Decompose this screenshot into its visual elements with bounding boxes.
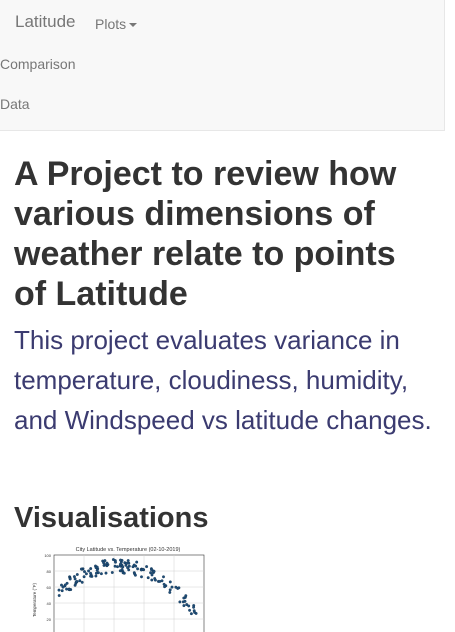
scatter-point	[99, 572, 103, 576]
nav-link-comparison[interactable]: Comparison	[0, 56, 75, 72]
scatter-point	[111, 558, 115, 562]
scatter-point	[127, 568, 131, 572]
scatter-point	[95, 568, 99, 572]
scatter-point	[118, 562, 122, 566]
scatter-point	[182, 596, 186, 600]
scatter-point	[57, 588, 61, 592]
scatter-point	[73, 583, 77, 587]
scatter-point	[103, 563, 107, 567]
scatter-point	[183, 599, 187, 603]
scatter-point	[188, 608, 192, 612]
ytick-label: 60	[47, 585, 52, 590]
scatter-point	[102, 561, 106, 565]
scatter-point	[67, 587, 71, 591]
scatter-point	[182, 604, 186, 608]
scatter-point	[178, 600, 182, 604]
scatter-point	[89, 571, 93, 575]
thumbnail-yticks: 100 80 60 40 20 0	[44, 553, 52, 622]
scatter-point	[168, 580, 172, 584]
scatter-point	[84, 572, 88, 576]
scatter-point	[153, 578, 157, 582]
scatter-point	[141, 567, 145, 571]
scatter-point	[83, 570, 86, 574]
scatter-point	[140, 575, 143, 579]
scatter-point	[168, 588, 172, 592]
scatter-point	[65, 587, 69, 591]
scatter-point	[133, 573, 137, 577]
scatter-point	[82, 575, 86, 579]
scatter-point	[187, 604, 191, 608]
scatter-point	[94, 571, 98, 575]
scatter-point	[162, 575, 165, 579]
plots-dropdown[interactable]: Plots	[95, 16, 138, 32]
scatter-point	[75, 573, 79, 576]
scatter-point	[163, 585, 167, 589]
scatter-point	[73, 577, 77, 581]
scatter-point	[122, 571, 126, 575]
scatter-point	[150, 578, 154, 582]
page-title: A Project to review how various dimensio…	[14, 155, 397, 313]
scatter-point	[149, 571, 153, 575]
scatter-point	[75, 580, 79, 584]
scatter-point	[184, 594, 188, 598]
scatter-point	[192, 605, 196, 609]
scatter-point	[114, 560, 117, 564]
brand-link[interactable]: Latitude	[15, 12, 76, 32]
scatter-point	[168, 590, 172, 594]
ytick-label: 40	[47, 601, 52, 606]
lead-text: This project evaluates variance in tempe…	[14, 325, 432, 435]
ytick-label: 100	[44, 553, 51, 558]
scatter-point	[132, 563, 136, 567]
scatter-point	[146, 576, 150, 580]
scatter-point	[136, 567, 140, 571]
scatter-point	[104, 571, 108, 575]
scatter-point	[80, 580, 84, 584]
temperature-plot-thumbnail[interactable]: City Latitude vs. Temperature (02-10-201…	[30, 542, 210, 632]
scatter-point	[57, 594, 61, 597]
caret-down-icon	[129, 23, 138, 28]
scatter-point	[61, 585, 65, 589]
plots-dropdown-label: Plots	[95, 16, 127, 32]
scatter-point	[60, 589, 64, 593]
scatter-point	[135, 560, 139, 564]
scatter-point	[170, 585, 174, 589]
nav-link-data[interactable]: Data	[0, 96, 30, 112]
section-title: Visualisations	[14, 502, 209, 534]
scatter-point	[162, 582, 166, 586]
scatter-point	[174, 585, 178, 589]
scatter-point	[121, 565, 125, 569]
scatter-point	[152, 569, 156, 573]
scatter-point	[125, 561, 129, 565]
navbar: Latitude Plots Comparison Data	[0, 0, 445, 131]
scatter-point	[127, 564, 131, 568]
scatter-point	[94, 574, 98, 578]
scatter-point	[126, 559, 130, 563]
scatter-point	[177, 586, 181, 590]
ytick-label: 20	[47, 617, 52, 622]
ytick-label: 80	[47, 569, 52, 574]
scatter-point	[78, 579, 82, 583]
scatter-point	[193, 610, 197, 614]
scatter-point	[87, 569, 91, 573]
thumbnail-title: City Latitude vs. Temperature (02-10-201…	[76, 547, 181, 553]
scatter-point	[95, 565, 99, 569]
scatter-point	[120, 568, 124, 571]
scatter-point	[63, 583, 67, 587]
scatter-point	[189, 612, 193, 616]
scatter-point	[68, 577, 72, 581]
thumbnail-ylabel: Temperature (°F)	[32, 582, 37, 617]
scatter-point	[113, 564, 117, 568]
scatter-point	[89, 567, 93, 571]
scatter-point	[160, 579, 164, 583]
scatter-point	[145, 565, 149, 569]
scatter-point	[110, 571, 114, 574]
scatter-point	[150, 568, 154, 572]
scatter-point	[116, 565, 119, 569]
scatter-point	[79, 567, 83, 571]
scatter-point	[119, 558, 122, 562]
